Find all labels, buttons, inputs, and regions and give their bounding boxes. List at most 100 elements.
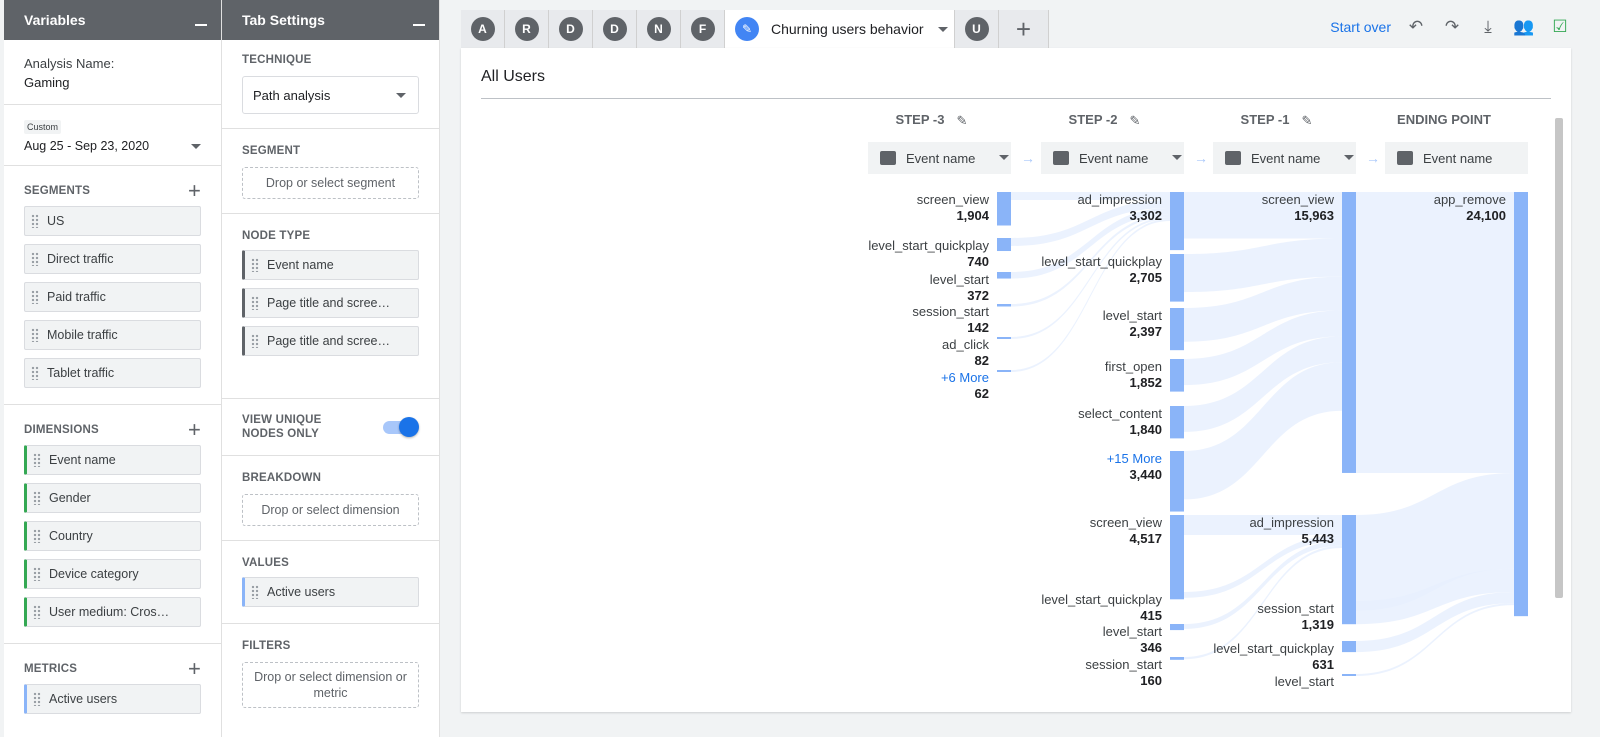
path-node[interactable] bbox=[997, 272, 1011, 279]
node-label: level_start_quickplay bbox=[868, 238, 989, 253]
path-node[interactable] bbox=[1170, 254, 1184, 302]
path-node[interactable] bbox=[1170, 515, 1184, 595]
tab-avatar[interactable]: N bbox=[637, 10, 681, 48]
dimension-chip[interactable]: Device category bbox=[24, 559, 201, 589]
node-selector-label: Event name bbox=[1423, 151, 1492, 166]
path-node[interactable] bbox=[997, 238, 1011, 252]
unique-nodes-toggle[interactable] bbox=[383, 417, 419, 437]
collapse-icon[interactable] bbox=[413, 24, 425, 26]
node-label: screen_view bbox=[1090, 515, 1163, 530]
path-node[interactable] bbox=[1170, 359, 1184, 392]
undo-icon[interactable]: ↶ bbox=[1405, 16, 1427, 38]
path-node[interactable] bbox=[997, 192, 1011, 226]
path-node[interactable] bbox=[1342, 674, 1356, 676]
node-value: 3,440 bbox=[1129, 467, 1162, 482]
path-node[interactable] bbox=[1514, 192, 1528, 617]
pencil-icon[interactable]: ✎ bbox=[1130, 113, 1141, 128]
drag-handle-icon[interactable] bbox=[33, 453, 41, 467]
download-icon[interactable]: ⤓ bbox=[1477, 16, 1499, 38]
tab-avatar[interactable]: R bbox=[505, 10, 549, 48]
technique-select[interactable]: Path analysis bbox=[242, 76, 419, 114]
drag-handle-icon[interactable] bbox=[251, 296, 259, 310]
dimensions-title: DIMENSIONS bbox=[24, 424, 99, 436]
segment-chip[interactable]: Direct traffic bbox=[24, 244, 201, 274]
node-type-chip[interactable]: Page title and scree… bbox=[242, 326, 419, 356]
share-users-icon[interactable]: 👥 bbox=[1513, 16, 1535, 38]
tab-avatar[interactable]: U bbox=[955, 10, 999, 48]
path-node[interactable] bbox=[997, 304, 1011, 307]
pencil-icon[interactable]: ✎ bbox=[1302, 113, 1313, 128]
drag-handle-icon[interactable] bbox=[251, 258, 259, 272]
scrollbar[interactable] bbox=[1555, 118, 1563, 598]
add-dimension-icon[interactable]: + bbox=[188, 419, 201, 441]
path-node[interactable] bbox=[1170, 657, 1184, 660]
tab-avatar[interactable]: A bbox=[461, 10, 505, 48]
drag-handle-icon[interactable] bbox=[31, 290, 39, 304]
add-tab-button[interactable]: + bbox=[999, 10, 1049, 48]
drag-handle-icon[interactable] bbox=[251, 334, 259, 348]
drag-handle-icon[interactable] bbox=[33, 567, 41, 581]
path-node[interactable] bbox=[1170, 406, 1184, 439]
drag-handle-icon[interactable] bbox=[33, 529, 41, 543]
drag-handle-icon[interactable] bbox=[31, 366, 39, 380]
drag-handle-icon[interactable] bbox=[251, 585, 259, 599]
segment-chip[interactable]: Mobile traffic bbox=[24, 320, 201, 350]
drag-handle-icon[interactable] bbox=[33, 605, 41, 619]
date-dropdown-icon[interactable] bbox=[191, 143, 201, 149]
chevron-down-icon[interactable] bbox=[937, 26, 948, 32]
dimension-chip[interactable]: Country bbox=[24, 521, 201, 551]
drag-handle-icon[interactable] bbox=[31, 328, 39, 342]
node-type-chip[interactable]: Event name bbox=[242, 250, 419, 280]
path-node[interactable] bbox=[997, 370, 1011, 372]
path-node[interactable] bbox=[1342, 601, 1356, 625]
metric-chip[interactable]: Active users bbox=[24, 684, 201, 714]
analysis-name[interactable]: Gaming bbox=[24, 75, 201, 90]
filters-drop-zone[interactable]: Drop or select dimension or metric bbox=[242, 662, 419, 708]
tab-avatar[interactable]: F bbox=[681, 10, 725, 48]
start-over-button[interactable]: Start over bbox=[1330, 19, 1391, 35]
segment-drop-zone[interactable]: Drop or select segment bbox=[242, 167, 419, 199]
path-analysis-chart[interactable]: screen_view1,904level_start_quickplay740… bbox=[461, 48, 1541, 708]
tab-active[interactable]: ✎ Churning users behavior bbox=[725, 10, 955, 48]
segment-chip[interactable]: US bbox=[24, 206, 201, 236]
drag-handle-icon[interactable] bbox=[33, 491, 41, 505]
node-type-chip[interactable]: Page title and scree… bbox=[242, 288, 419, 318]
path-node[interactable] bbox=[1342, 192, 1356, 473]
drag-handle-icon[interactable] bbox=[31, 252, 39, 266]
node-label: ad_impression bbox=[1249, 515, 1334, 530]
path-node[interactable] bbox=[1170, 192, 1184, 251]
drag-handle-icon[interactable] bbox=[33, 692, 41, 706]
variables-panel: Variables Analysis Name: Gaming Custom A… bbox=[4, 0, 222, 737]
path-node[interactable] bbox=[1342, 641, 1356, 653]
dimension-chip[interactable]: Event name bbox=[24, 445, 201, 475]
segment-chip[interactable]: Paid traffic bbox=[24, 282, 201, 312]
path-node[interactable] bbox=[1170, 624, 1184, 631]
avatar: D bbox=[602, 17, 627, 41]
save-check-icon[interactable]: ☑ bbox=[1549, 16, 1571, 38]
step-header: STEP -3 bbox=[896, 112, 945, 127]
add-segment-icon[interactable]: + bbox=[188, 180, 201, 202]
path-node[interactable] bbox=[1170, 592, 1184, 600]
step-header: ENDING POINT bbox=[1397, 112, 1491, 127]
values-chip[interactable]: Active users bbox=[242, 577, 419, 607]
path-node[interactable] bbox=[1342, 515, 1356, 611]
tab-avatar[interactable]: D bbox=[593, 10, 637, 48]
segment-chip[interactable]: Tablet traffic bbox=[24, 358, 201, 388]
path-node[interactable] bbox=[997, 337, 1011, 339]
drag-handle-icon[interactable] bbox=[31, 214, 39, 228]
tab-avatar[interactable]: D bbox=[549, 10, 593, 48]
breakdown-drop-zone[interactable]: Drop or select dimension bbox=[242, 494, 419, 526]
pencil-icon[interactable]: ✎ bbox=[957, 113, 968, 128]
collapse-icon[interactable] bbox=[195, 24, 207, 26]
pencil-icon: ✎ bbox=[735, 17, 759, 41]
dimension-chip[interactable]: User medium: Cros… bbox=[24, 597, 201, 627]
step-header: STEP -1 bbox=[1241, 112, 1290, 127]
node-value: 631 bbox=[1312, 657, 1334, 672]
date-range-picker[interactable]: Custom Aug 25 - Sep 23, 2020 bbox=[4, 105, 221, 166]
add-metric-icon[interactable]: + bbox=[188, 658, 201, 680]
path-node[interactable] bbox=[1170, 451, 1184, 512]
node-label: level_start bbox=[1275, 674, 1335, 689]
path-node[interactable] bbox=[1170, 308, 1184, 351]
dimension-chip[interactable]: Gender bbox=[24, 483, 201, 513]
redo-icon[interactable]: ↷ bbox=[1441, 16, 1463, 38]
